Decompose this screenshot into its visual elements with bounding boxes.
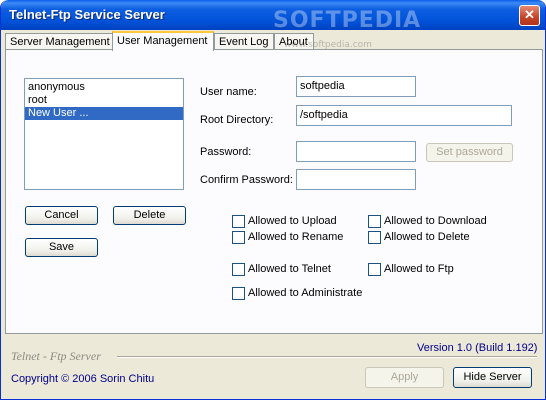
- ftp-checkbox[interactable]: [368, 263, 381, 276]
- tab-user-management[interactable]: User Management: [112, 31, 214, 51]
- password-label: Password:: [200, 146, 252, 158]
- delete-permission-label: Allowed to Delete: [384, 231, 470, 243]
- softpedia-watermark: SOFTPEDIA: [273, 8, 422, 33]
- set-password-button[interactable]: Set password: [426, 143, 513, 162]
- hide-server-button[interactable]: Hide Server: [453, 367, 532, 388]
- confirm-password-field[interactable]: [296, 169, 416, 190]
- footer-divider: [117, 356, 537, 358]
- apply-button[interactable]: Apply: [365, 367, 444, 388]
- root-directory-label: Root Directory:: [200, 114, 274, 126]
- save-button[interactable]: Save: [25, 238, 98, 257]
- root-directory-field[interactable]: /softpedia: [296, 105, 512, 126]
- administrate-checkbox[interactable]: [232, 287, 245, 300]
- softpedia-watermark-url: www.softpedia.com: [284, 40, 372, 50]
- telnet-label: Allowed to Telnet: [248, 263, 331, 275]
- tab-event-log[interactable]: Event Log: [214, 33, 274, 50]
- delete-permission-checkbox[interactable]: [368, 231, 381, 244]
- administrate-label: Allowed to Administrate: [248, 287, 363, 299]
- delete-button[interactable]: Delete: [113, 206, 186, 225]
- cancel-button[interactable]: Cancel: [25, 206, 98, 225]
- close-icon: ✕: [524, 7, 535, 22]
- window-title: Telnet-Ftp Service Server: [9, 7, 165, 22]
- rename-label: Allowed to Rename: [248, 231, 344, 243]
- rename-checkbox[interactable]: [232, 231, 245, 244]
- download-checkbox[interactable]: [368, 215, 381, 228]
- list-item-selected[interactable]: New User ...: [25, 107, 183, 120]
- upload-label: Allowed to Upload: [248, 215, 337, 227]
- username-field[interactable]: softpedia: [296, 76, 416, 97]
- username-label: User name:: [200, 86, 257, 98]
- list-item[interactable]: anonymous: [25, 81, 183, 94]
- user-list[interactable]: anonymous root New User ...: [24, 78, 184, 190]
- close-button[interactable]: ✕: [519, 5, 540, 26]
- confirm-password-label: Confirm Password:: [200, 174, 293, 186]
- title-bar[interactable]: Telnet-Ftp Service Server SOFTPEDIA ✕: [1, 0, 545, 33]
- ftp-label: Allowed to Ftp: [384, 263, 454, 275]
- main-window: Telnet-Ftp Service Server SOFTPEDIA ✕ Se…: [0, 0, 546, 400]
- tab-server-management[interactable]: Server Management: [5, 33, 113, 50]
- password-field[interactable]: [296, 141, 416, 162]
- list-item[interactable]: root: [25, 94, 183, 107]
- download-label: Allowed to Download: [384, 215, 487, 227]
- copyright-label: Copyright © 2006 Sorin Chitu: [11, 373, 155, 385]
- telnet-checkbox[interactable]: [232, 263, 245, 276]
- upload-checkbox[interactable]: [232, 215, 245, 228]
- version-label: Version 1.0 (Build 1.192): [417, 342, 538, 354]
- app-name-label: Telnet - Ftp Server: [11, 349, 101, 363]
